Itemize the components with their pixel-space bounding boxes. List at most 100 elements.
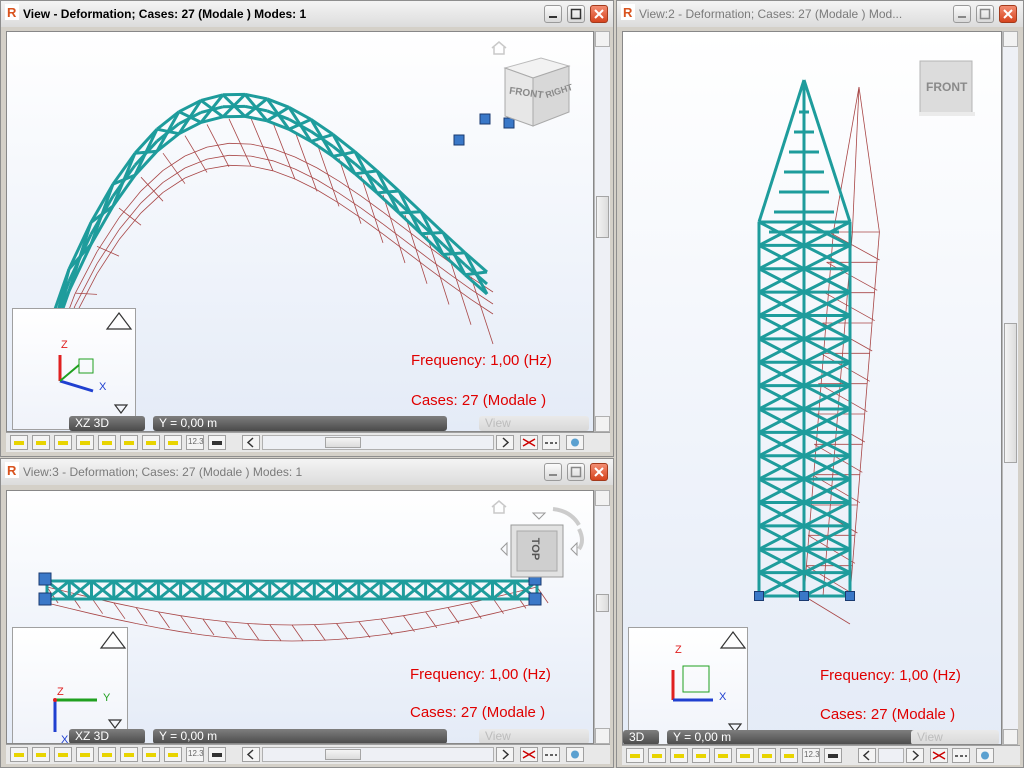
toolbar-button[interactable]: 12.3 bbox=[186, 747, 204, 762]
maximize-button[interactable] bbox=[976, 5, 994, 23]
y-coordinate-label[interactable]: Y = 0,00 m bbox=[667, 730, 937, 744]
axis-indicator: Z X bbox=[628, 627, 748, 744]
toolbar-button[interactable] bbox=[142, 747, 160, 762]
toolbar-button[interactable] bbox=[142, 435, 160, 450]
view-window-2: R View:2 - Deformation; Cases: 27 (Modal… bbox=[616, 0, 1024, 768]
vertical-scrollbar[interactable] bbox=[594, 31, 610, 432]
cases-label: Cases: 27 (Modale ) bbox=[410, 704, 546, 721]
toolbar-button[interactable] bbox=[952, 748, 970, 763]
horizontal-scrollbar[interactable] bbox=[262, 747, 494, 762]
viewport-top[interactable]: TOP Z Y X Frequency: 1,00 (Hz) Cases: 27… bbox=[6, 490, 594, 744]
vertical-scrollbar[interactable] bbox=[1002, 31, 1018, 745]
frequency-label: Frequency: 1,00 (Hz) bbox=[411, 352, 552, 369]
title-bar[interactable]: R View:2 - Deformation; Cases: 27 (Modal… bbox=[617, 1, 1023, 27]
horizontal-scrollbar[interactable] bbox=[878, 748, 904, 763]
support-node bbox=[453, 134, 465, 146]
support-node bbox=[799, 591, 809, 601]
toolbar-button[interactable] bbox=[670, 748, 688, 763]
view-toolbar: 12.3 bbox=[6, 432, 610, 452]
vertical-scrollbar[interactable] bbox=[594, 490, 610, 744]
toolbar-button[interactable] bbox=[758, 748, 776, 763]
view-mode-label[interactable]: XZ 3D bbox=[69, 729, 145, 743]
toolbar-button[interactable] bbox=[76, 435, 94, 450]
view-cube[interactable]: FRONT RIGHT bbox=[499, 54, 579, 134]
minimize-button[interactable] bbox=[544, 5, 562, 23]
toolbar-button[interactable] bbox=[930, 748, 948, 763]
toolbar-button[interactable] bbox=[32, 747, 50, 762]
toolbar-button[interactable] bbox=[120, 435, 138, 450]
toolbar-button[interactable] bbox=[164, 435, 182, 450]
minimize-button[interactable] bbox=[544, 463, 562, 481]
toolbar-button[interactable] bbox=[32, 435, 50, 450]
frequency-label: Frequency: 1,00 (Hz) bbox=[410, 666, 551, 683]
scroll-right-button[interactable] bbox=[906, 748, 924, 763]
toolbar-button[interactable] bbox=[520, 435, 538, 450]
view-window-3: R View:3 - Deformation; Cases: 27 (Modal… bbox=[0, 458, 614, 768]
close-button[interactable] bbox=[590, 5, 608, 23]
scroll-left-button[interactable] bbox=[242, 435, 260, 450]
toolbar-button[interactable] bbox=[976, 748, 994, 763]
close-button[interactable] bbox=[999, 5, 1017, 23]
scroll-right-button[interactable] bbox=[496, 435, 514, 450]
toolbar-button[interactable] bbox=[10, 747, 28, 762]
toolbar-button[interactable] bbox=[714, 748, 732, 763]
title-bar[interactable]: R View:3 - Deformation; Cases: 27 (Modal… bbox=[1, 459, 613, 485]
window-title: View:3 - Deformation; Cases: 27 (Modale … bbox=[23, 465, 303, 479]
toolbar-button[interactable] bbox=[566, 747, 584, 762]
scroll-left-button[interactable] bbox=[242, 747, 260, 762]
robot-app-icon: R bbox=[5, 462, 19, 478]
toolbar-button[interactable]: 12.3 bbox=[186, 435, 204, 450]
view-selector[interactable]: View bbox=[479, 729, 589, 743]
toolbar-button[interactable] bbox=[54, 435, 72, 450]
toolbar-button[interactable] bbox=[54, 747, 72, 762]
toolbar-button[interactable] bbox=[208, 747, 226, 762]
support-node bbox=[479, 113, 491, 125]
toolbar-button[interactable] bbox=[542, 747, 560, 762]
view-cube[interactable]: TOP bbox=[495, 501, 591, 595]
toolbar-button[interactable] bbox=[542, 435, 560, 450]
maximize-button[interactable] bbox=[567, 5, 585, 23]
toolbar-button[interactable] bbox=[566, 435, 584, 450]
y-coordinate-label[interactable]: Y = 0,00 m bbox=[153, 729, 447, 743]
toolbar-button[interactable] bbox=[520, 747, 538, 762]
close-button[interactable] bbox=[590, 463, 608, 481]
axis-indicator: Z X bbox=[12, 308, 136, 430]
toolbar-button[interactable] bbox=[736, 748, 754, 763]
frequency-label: Frequency: 1,00 (Hz) bbox=[820, 667, 961, 684]
robot-app-icon: R bbox=[5, 4, 19, 20]
view-toolbar: 12.3 bbox=[622, 745, 1020, 765]
scroll-right-button[interactable] bbox=[496, 747, 514, 762]
view-toolbar: 12.3 bbox=[6, 744, 610, 764]
toolbar-button[interactable] bbox=[164, 747, 182, 762]
toolbar-button[interactable] bbox=[98, 747, 116, 762]
view-window-1: R View - Deformation; Cases: 27 (Modale … bbox=[0, 0, 614, 457]
cases-label: Cases: 27 (Modale ) bbox=[820, 706, 956, 723]
view-cube[interactable]: FRONT bbox=[919, 60, 975, 116]
viewport-3d[interactable]: FRONT RIGHT Z X Frequency: 1,00 (Hz) Cas… bbox=[6, 31, 594, 432]
toolbar-button[interactable] bbox=[98, 435, 116, 450]
toolbar-button[interactable] bbox=[120, 747, 138, 762]
minimize-button[interactable] bbox=[953, 5, 971, 23]
maximize-button[interactable] bbox=[567, 463, 585, 481]
cases-label: Cases: 27 (Modale ) bbox=[411, 392, 547, 409]
title-bar[interactable]: R View - Deformation; Cases: 27 (Modale … bbox=[1, 1, 613, 27]
y-coordinate-label[interactable]: Y = 0,00 m bbox=[153, 416, 447, 431]
toolbar-button[interactable] bbox=[10, 435, 28, 450]
viewport-front[interactable]: FRONT Z X Frequency: 1,00 (Hz) Cases: 27… bbox=[622, 31, 1002, 745]
axis-indicator: Z Y X bbox=[12, 627, 128, 743]
toolbar-button[interactable] bbox=[208, 435, 226, 450]
toolbar-button[interactable] bbox=[692, 748, 710, 763]
view-mode-label[interactable]: 3D bbox=[623, 730, 659, 744]
scroll-left-button[interactable] bbox=[858, 748, 876, 763]
horizontal-scrollbar[interactable] bbox=[262, 435, 494, 450]
view-mode-label[interactable]: XZ 3D bbox=[69, 416, 145, 431]
toolbar-button[interactable] bbox=[824, 748, 842, 763]
toolbar-button[interactable] bbox=[780, 748, 798, 763]
toolbar-button[interactable] bbox=[626, 748, 644, 763]
toolbar-button[interactable] bbox=[76, 747, 94, 762]
view-selector[interactable]: View bbox=[911, 730, 999, 744]
view-selector[interactable]: View bbox=[479, 416, 589, 431]
toolbar-button[interactable]: 12.3 bbox=[802, 748, 820, 763]
svg-text:R: R bbox=[623, 5, 633, 20]
toolbar-button[interactable] bbox=[648, 748, 666, 763]
